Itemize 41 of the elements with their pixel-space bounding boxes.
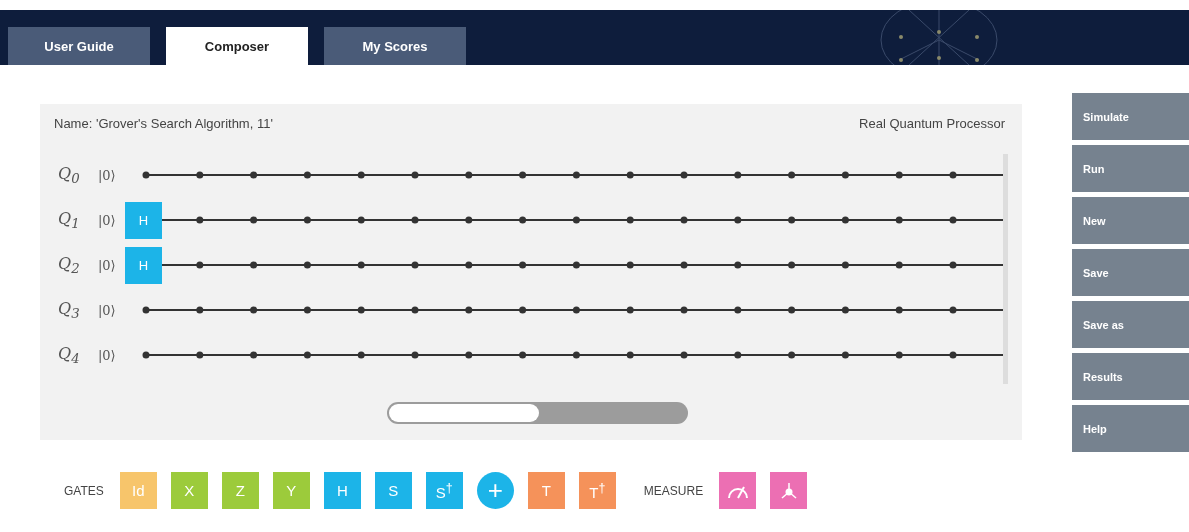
qubit-label: Q$_{0}$ <box>58 163 81 187</box>
horizontal-scrollbar[interactable] <box>387 402 688 424</box>
gate-chip[interactable]: S <box>374 472 412 509</box>
pin-icon <box>779 481 798 500</box>
qubit-state: |0⟩ <box>97 212 117 228</box>
qubit-label: Q$_{3}$ <box>58 298 81 322</box>
nav-tab[interactable]: Composer <box>166 27 308 65</box>
gate-chip[interactable]: H <box>323 472 361 509</box>
gate-chip[interactable]: Y <box>272 472 310 509</box>
action-button[interactable]: Save <box>1072 249 1189 296</box>
qubit-label: Q$_{2}$ <box>58 253 81 277</box>
h-gate[interactable]: H <box>125 247 162 284</box>
nav-tab[interactable]: My Scores <box>324 27 466 65</box>
action-button[interactable]: Simulate <box>1072 93 1189 140</box>
plus-gate[interactable]: + <box>476 472 514 509</box>
action-button[interactable]: Help <box>1072 405 1189 452</box>
gates-label: GATES <box>64 483 104 498</box>
nav-tab[interactable]: User Guide <box>8 27 150 65</box>
gate-chip[interactable]: X <box>170 472 208 509</box>
backend-label: Real Quantum Processor <box>859 116 1005 131</box>
circuit-name: Name: 'Grover's Search Algorithm, 11' <box>54 116 273 131</box>
measure-gate[interactable] <box>719 472 757 509</box>
gate-chip[interactable]: T$^{†}$ <box>578 472 616 509</box>
measure-gate[interactable] <box>770 472 808 509</box>
gate-chip[interactable]: S$^{†}$ <box>425 472 463 509</box>
qubit-state: |0⟩ <box>97 347 117 363</box>
gate-chip[interactable]: T <box>527 472 565 509</box>
gate-chip[interactable]: Id <box>119 472 157 509</box>
qubit-label: Q$_{1}$ <box>58 208 81 232</box>
action-button[interactable]: New <box>1072 197 1189 244</box>
action-button[interactable]: Run <box>1072 145 1189 192</box>
measure-label: MEASURE <box>643 483 704 498</box>
qubit-state: |0⟩ <box>97 257 117 273</box>
h-gate[interactable]: H <box>125 202 162 239</box>
action-button[interactable]: Results <box>1072 353 1189 400</box>
qubit-label: Q$_{4}$ <box>58 343 81 367</box>
action-button[interactable]: Save as <box>1072 301 1189 348</box>
qubit-state: |0⟩ <box>97 302 117 318</box>
vertical-scrollbar[interactable] <box>1003 154 1008 384</box>
qubit-state: |0⟩ <box>97 167 117 183</box>
gate-chip[interactable]: Z <box>221 472 259 509</box>
